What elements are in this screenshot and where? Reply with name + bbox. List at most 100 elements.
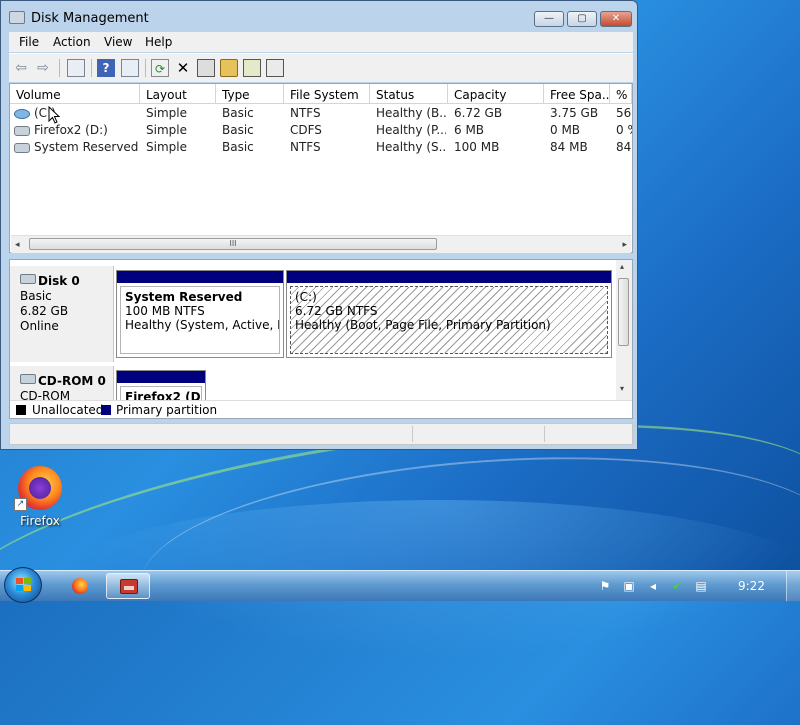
disk-management-icon <box>120 579 138 594</box>
column-header-layout[interactable]: Layout <box>140 84 216 104</box>
disk-0-label[interactable]: Disk 0 Basic 6.82 GB Online <box>10 266 114 362</box>
menu-action[interactable]: Action <box>53 35 91 49</box>
scrollbar-thumb[interactable] <box>618 278 629 346</box>
partition-details-selected: (C:) 6.72 GB NTFS Healthy (Boot, Page Fi… <box>290 286 608 354</box>
hard-disk-icon <box>20 274 36 284</box>
show-hide-icon[interactable] <box>266 59 284 77</box>
disk-type: Basic <box>20 289 52 303</box>
status-pane <box>412 426 413 442</box>
scroll-left-arrow-icon[interactable]: ◂ <box>15 240 20 250</box>
document-icon[interactable]: ▤ <box>694 579 708 593</box>
volume-name: System Reserved <box>34 140 138 154</box>
taskbar: ⚑ ▣ ◂ ✔ ▤ 9:22 <box>0 567 800 603</box>
properties-icon[interactable] <box>197 59 215 77</box>
column-header-type[interactable]: Type <box>216 84 284 104</box>
forward-arrow-icon[interactable]: ⇨ <box>34 59 52 77</box>
refresh-icon[interactable]: ⟳ <box>151 59 169 77</box>
partition-color-bar <box>117 271 283 283</box>
column-header-capacity[interactable]: Capacity <box>448 84 544 104</box>
toolbar-separator <box>59 59 60 77</box>
network-icon[interactable]: ▣ <box>622 579 636 593</box>
horizontal-scrollbar[interactable]: ◂ III ▸ <box>11 235 631 253</box>
cell-free-space: 3.75 GB <box>550 106 599 120</box>
cell-capacity: 6 MB <box>454 123 485 137</box>
console-tree-icon[interactable] <box>67 59 85 77</box>
partition-c-drive[interactable]: (C:) 6.72 GB NTFS Healthy (Boot, Page Fi… <box>286 270 612 358</box>
scroll-down-arrow-icon[interactable]: ▾ <box>620 384 624 393</box>
taskbar-disk-management[interactable] <box>106 573 150 599</box>
security-check-icon[interactable]: ✔ <box>670 579 684 593</box>
partition-name: System Reserved <box>125 290 243 304</box>
minimize-button[interactable]: — <box>534 11 564 27</box>
delete-icon[interactable]: ✕ <box>174 59 192 77</box>
column-header-status[interactable]: Status <box>370 84 448 104</box>
menu-bar: File Action View Help <box>9 32 633 52</box>
cell-free-space: 84 MB <box>550 140 588 154</box>
menu-file[interactable]: File <box>19 35 39 49</box>
volume-muted-icon[interactable]: ◂ <box>646 579 660 593</box>
table-row[interactable]: System Reserved <box>14 140 138 157</box>
legend-swatch-unallocated <box>16 405 26 415</box>
properties-pane-icon[interactable] <box>121 59 139 77</box>
maximize-button[interactable]: ▢ <box>567 11 597 27</box>
column-header-percent-free[interactable]: % F <box>610 84 632 104</box>
cell-free-space: 0 MB <box>550 123 581 137</box>
cell-layout: Simple <box>146 106 187 120</box>
partition-name: (C:) <box>295 290 317 304</box>
disk-size: 6.82 GB <box>20 304 69 318</box>
firefox-globe <box>29 477 51 499</box>
partition-system-reserved[interactable]: System Reserved 100 MB NTFS Healthy (Sys… <box>116 270 284 358</box>
table-row[interactable]: (C:) <box>14 106 138 123</box>
cell-file-system: CDFS <box>290 123 322 137</box>
cell-layout: Simple <box>146 123 187 137</box>
cell-file-system: NTFS <box>290 140 321 154</box>
help-icon[interactable]: ? <box>97 59 115 77</box>
disk-state: Online <box>20 319 59 333</box>
desktop-icon-label: Firefox <box>20 514 60 528</box>
taskbar-firefox[interactable] <box>58 573 102 599</box>
menu-help[interactable]: Help <box>145 35 172 49</box>
volume-name: Firefox2 (D:) <box>34 123 108 137</box>
cell-percent-free: 84 <box>616 140 632 154</box>
partition-color-bar <box>287 271 611 283</box>
toolbar-separator <box>91 59 92 77</box>
partition-size: 100 MB NTFS <box>125 304 205 318</box>
flag-icon[interactable]: ⚑ <box>598 579 612 593</box>
open-folder-icon[interactable] <box>220 59 238 77</box>
mouse-cursor-icon <box>48 106 60 124</box>
close-button[interactable]: ✕ <box>600 11 632 27</box>
cell-capacity: 100 MB <box>454 140 500 154</box>
menu-view[interactable]: View <box>104 35 132 49</box>
legend-swatch-primary <box>101 405 111 415</box>
cell-status: Healthy (P... <box>376 123 446 137</box>
volume-icon <box>14 108 30 119</box>
scroll-right-arrow-icon[interactable]: ▸ <box>622 240 627 250</box>
partition-details: System Reserved 100 MB NTFS Healthy (Sys… <box>120 286 280 354</box>
scrollbar-thumb[interactable]: III <box>29 238 437 250</box>
desktop-icon-firefox[interactable]: ↗ Firefox <box>12 464 68 534</box>
cell-type: Basic <box>222 140 254 154</box>
volume-list: Volume Layout Type File System Status Ca… <box>9 83 633 253</box>
window-title: Disk Management <box>31 11 149 26</box>
title-bar[interactable]: Disk Management — ▢ ✕ <box>1 1 637 31</box>
windows-logo-icon <box>16 578 32 592</box>
scroll-up-arrow-icon[interactable]: ▴ <box>620 262 624 271</box>
cell-capacity: 6.72 GB <box>454 106 503 120</box>
cell-layout: Simple <box>146 140 187 154</box>
back-arrow-icon[interactable]: ⇦ <box>12 59 30 77</box>
vertical-scrollbar[interactable]: ▴ ▾ <box>616 260 632 400</box>
start-button[interactable] <box>4 567 42 603</box>
search-icon[interactable] <box>243 59 261 77</box>
show-desktop-button[interactable] <box>786 571 800 601</box>
column-header-free-space[interactable]: Free Spa... <box>544 84 610 104</box>
cell-file-system: NTFS <box>290 106 321 120</box>
firefox-icon <box>72 578 88 594</box>
legend-label: Primary partition <box>116 403 218 417</box>
cell-percent-free: 56 <box>616 106 632 120</box>
column-header-file-system[interactable]: File System <box>284 84 370 104</box>
column-header-volume[interactable]: Volume <box>10 84 140 104</box>
table-row[interactable]: Firefox2 (D:) <box>14 123 138 140</box>
shortcut-arrow-icon: ↗ <box>14 498 27 511</box>
clock[interactable]: 9:22 <box>738 579 765 593</box>
volume-icon <box>14 142 30 153</box>
